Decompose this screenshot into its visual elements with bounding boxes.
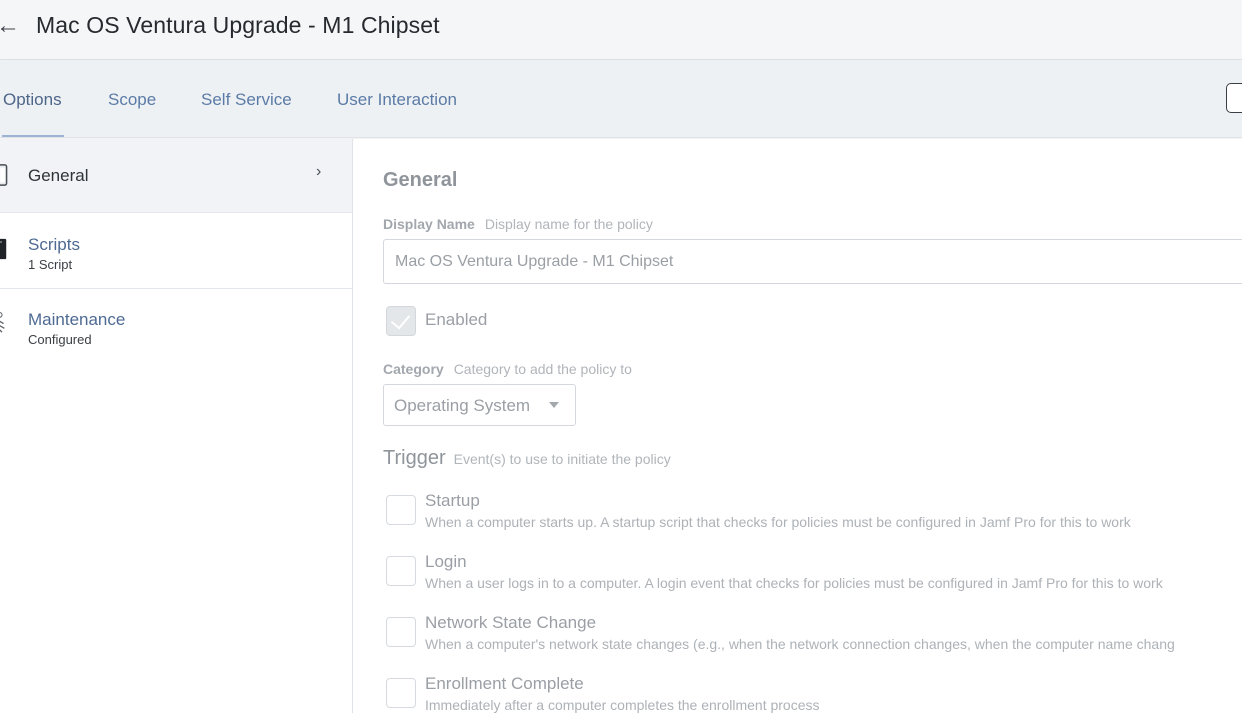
network-state-change-description: When a computer's network state changes …: [425, 636, 1175, 652]
enrollment-complete-checkbox[interactable]: [386, 678, 416, 708]
category-label-text: Category: [383, 361, 444, 377]
display-name-hint: Display name for the policy: [484, 216, 653, 232]
display-name-label: Display Name Display name for the policy: [383, 216, 653, 232]
startup-checkbox[interactable]: [386, 495, 416, 525]
tab-scope[interactable]: Scope: [108, 90, 156, 110]
section-title: General: [383, 169, 458, 191]
network-state-change-label: Network State Change: [425, 613, 597, 632]
chevron-right-icon: ›: [316, 163, 322, 180]
maintenance-icon: [0, 312, 5, 333]
main-content: General Display Name Display name for the…: [354, 139, 1242, 713]
trigger-heading: Trigger Event(s) to use to initiate the p…: [383, 447, 671, 470]
sidebar-item-maintenance[interactable]: Maintenance Configured: [0, 290, 352, 365]
tab-user-interaction[interactable]: User Interaction: [337, 90, 457, 110]
sidebar-item-label: Maintenance: [28, 310, 126, 329]
enabled-checkbox[interactable]: [386, 306, 416, 336]
startup-label: Startup: [425, 491, 480, 510]
toolbar-button[interactable]: [1226, 83, 1242, 113]
sidebar-item-scripts[interactable]: Scripts 1 Script: [0, 214, 352, 289]
sidebar-item-subtitle: 1 Script: [28, 257, 73, 272]
display-name-input[interactable]: Mac OS Ventura Upgrade - M1 Chipset: [383, 239, 1242, 284]
enrollment-complete-label: Enrollment Complete: [425, 674, 584, 693]
tab-bar: Options Scope Self Service User Interact…: [0, 60, 1242, 138]
login-description: When a user logs in to a computer. A log…: [425, 575, 1163, 591]
tab-self-service[interactable]: Self Service: [201, 90, 292, 110]
tab-options[interactable]: Options: [3, 90, 62, 110]
category-hint: Category to add the policy to: [453, 361, 632, 377]
sidebar-item-label: General: [28, 166, 89, 185]
trigger-hint: Event(s) to use to initiate the policy: [453, 451, 671, 467]
network-state-change-checkbox[interactable]: [386, 617, 416, 647]
sidebar-item-label: Scripts: [28, 235, 80, 254]
display-name-label-text: Display Name: [383, 216, 475, 232]
category-select-value: Operating System: [394, 396, 531, 415]
login-label: Login: [425, 552, 467, 571]
checkmark-icon: [390, 309, 411, 330]
enabled-label: Enabled: [425, 310, 488, 329]
startup-description: When a computer starts up. A startup scr…: [425, 514, 1131, 530]
page-title: Mac OS Ventura Upgrade - M1 Chipset: [36, 12, 440, 38]
general-icon: [0, 164, 8, 186]
back-arrow-icon[interactable]: ←: [0, 14, 20, 38]
trigger-title: Trigger: [383, 447, 446, 469]
login-checkbox[interactable]: [386, 556, 416, 586]
caret-down-icon: [549, 402, 559, 408]
sidebar: General › Scripts 1 Script Maintenance C…: [0, 139, 353, 713]
enrollment-complete-description: Immediately after a computer completes t…: [425, 697, 820, 713]
sidebar-item-subtitle: Configured: [28, 332, 92, 347]
category-label: Category Category to add the policy to: [383, 361, 632, 377]
category-select[interactable]: Operating System: [383, 384, 576, 426]
active-tab-indicator: [2, 135, 64, 137]
script-icon: [0, 238, 7, 260]
page-header: ← Mac OS Ventura Upgrade - M1 Chipset: [0, 0, 1242, 60]
sidebar-item-general[interactable]: General ›: [0, 139, 352, 213]
